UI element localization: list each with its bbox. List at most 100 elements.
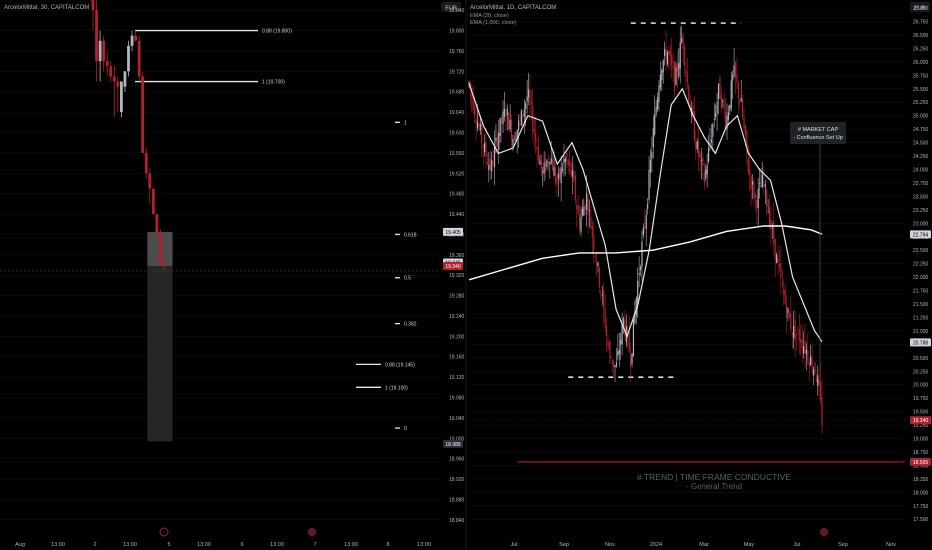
left-price-tick: 19.480 <box>449 192 465 198</box>
left-price-tick: 19.200 <box>449 334 465 340</box>
right-candle-body <box>739 101 741 103</box>
right-candle-body <box>678 63 680 77</box>
left-event-icon-2[interactable] <box>308 528 316 536</box>
left-price-tick: 19.720 <box>449 69 465 75</box>
right-candle-body <box>795 333 798 335</box>
right-candle-body <box>768 207 771 227</box>
left-price-tick: 19.080 <box>449 396 465 402</box>
right-candle-body <box>561 168 564 171</box>
right-candle-body <box>594 256 596 258</box>
left-candle-body <box>134 35 137 41</box>
right-price-tick: 18.750 <box>913 450 929 456</box>
right-candle-body <box>723 103 725 110</box>
right-candle-body <box>811 358 813 369</box>
right-candle-body <box>656 97 659 110</box>
right-candle-body <box>681 38 683 43</box>
right-candle-body <box>642 227 644 236</box>
right-candle-body <box>576 206 578 210</box>
left-candle-body <box>151 188 155 215</box>
left-candle-body <box>162 265 166 267</box>
left-candle-body <box>116 81 120 87</box>
left-time-label: 13:00 <box>417 542 431 548</box>
right-candle-body <box>631 353 633 365</box>
right-time-axis[interactable]: Jul Sep Nov 2024 Mar May Jul Sep Nov <box>510 542 896 548</box>
left-candle-body <box>159 234 162 265</box>
right-candle-body <box>716 101 718 114</box>
right-candle-body <box>518 120 520 131</box>
right-candle-body <box>742 99 744 118</box>
right-candle-body <box>532 106 534 132</box>
right-time-label: Sep <box>838 542 848 548</box>
right-candle-body <box>584 205 586 210</box>
market-cap-title: # MARKET CAP <box>798 127 839 133</box>
ema-1000-legend[interactable]: EMA (1,000, close) <box>470 20 517 26</box>
right-candle-body <box>734 62 737 78</box>
right-candle-body <box>683 46 686 66</box>
right-candle-body <box>759 183 761 185</box>
right-candle-body <box>529 89 531 103</box>
right-candle-body <box>750 176 752 190</box>
left-price-tick: 18.880 <box>449 497 465 503</box>
left-time-label: 5 <box>167 542 170 548</box>
right-candle-body <box>793 325 795 339</box>
fib-label: 0.88 (19.800) <box>262 29 292 35</box>
right-event-icons[interactable] <box>820 528 828 536</box>
left-time-label: 6 <box>240 542 243 548</box>
left-price-tick: 19.280 <box>449 294 465 300</box>
right-candle-body <box>546 160 548 167</box>
right-candle-body <box>495 137 497 142</box>
right-candle-body <box>539 160 541 165</box>
right-candle-body <box>669 51 671 57</box>
right-candle-body <box>688 85 690 104</box>
right-price-tick: 17.500 <box>913 517 929 523</box>
right-candle-body <box>648 169 650 200</box>
right-candle-body <box>730 80 732 109</box>
right-price-tick: 24.250 <box>913 154 929 160</box>
right-candle-body <box>763 180 765 183</box>
left-candle-body <box>144 152 148 174</box>
left-price-tick: 19.040 <box>449 416 465 422</box>
left-price-tick: 19.320 <box>449 273 465 279</box>
right-candle-body <box>655 107 657 115</box>
right-candle-body <box>638 272 640 275</box>
right-candle-body <box>513 135 515 142</box>
right-candle-body <box>771 227 773 229</box>
right-candle-body <box>474 107 476 115</box>
right-price-tick: 24.750 <box>913 127 929 133</box>
right-candle-body <box>744 125 747 135</box>
right-candle-body <box>512 139 514 146</box>
right-price-tick: 25.750 <box>913 73 929 79</box>
right-candle-body <box>530 102 532 106</box>
right-candle-body <box>788 313 790 318</box>
right-candle-body <box>483 143 486 152</box>
right-candle-body <box>818 379 820 385</box>
right-candle-body <box>780 263 782 278</box>
right-event-icon[interactable] <box>820 528 828 536</box>
right-candle-body <box>628 332 630 352</box>
right-candle-body <box>502 111 504 125</box>
right-price-tick: 22.500 <box>913 248 929 254</box>
left-candle-body <box>105 61 109 67</box>
left-candle-body <box>95 10 98 62</box>
right-candle-body <box>605 326 608 336</box>
right-candle-body <box>489 158 491 171</box>
left-price-tick: 18.920 <box>449 477 465 483</box>
right-candle-body <box>706 165 708 175</box>
left-candle-body <box>123 71 127 87</box>
right-candle-body <box>757 188 759 209</box>
right-candle-body <box>700 159 703 161</box>
right-candle-body <box>802 346 805 354</box>
right-candle-body <box>595 263 598 267</box>
right-candle-body <box>724 112 727 127</box>
right-candle-body <box>607 341 609 347</box>
right-price-badge-text: 18.565 <box>913 460 929 466</box>
right-candle-body <box>764 183 766 188</box>
right-candle-body <box>715 113 717 117</box>
right-candle-body <box>710 139 713 142</box>
right-candle-body <box>603 289 605 309</box>
right-candle-body <box>785 305 788 319</box>
right-price-tick: 22.250 <box>913 262 929 268</box>
left-time-label: 13:00 <box>197 542 211 548</box>
right-price-tick: 25.500 <box>913 87 929 93</box>
ema-20-legend[interactable]: EMA (20, close) <box>470 13 509 19</box>
